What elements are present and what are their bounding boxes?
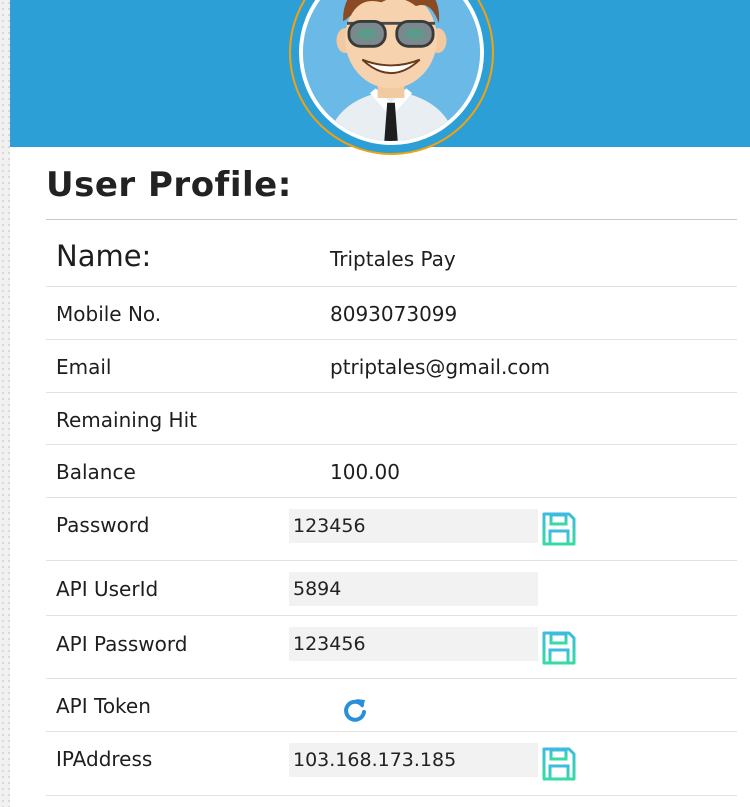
balance-value: 100.00 (330, 460, 400, 484)
email-value: ptriptales@gmail.com (330, 355, 551, 379)
row-api-password: API Password (46, 616, 737, 679)
save-icon[interactable] (540, 629, 578, 667)
ip-address-input[interactable] (289, 743, 538, 777)
save-icon[interactable] (540, 745, 578, 783)
row-remaining-hit: Remaining Hit (46, 393, 737, 445)
ip-address-label: IPAddress (56, 747, 153, 771)
mobile-value: 8093073099 (330, 302, 458, 326)
row-api-userid: API UserId (46, 561, 737, 616)
row-api-token: API Token (46, 679, 737, 732)
api-password-input[interactable] (289, 627, 538, 661)
row-mobile: Mobile No. 8093073099 (46, 287, 737, 340)
balance-label: Balance (56, 460, 136, 484)
cartoon-avatar-icon (303, 0, 480, 141)
api-password-label: API Password (56, 632, 188, 656)
profile-panel: User Profile: Name: Triptales Pay Mobile… (46, 147, 737, 796)
row-ip-address: IPAddress (46, 732, 737, 796)
row-password: Password (46, 498, 737, 561)
name-value: Triptales Pay (330, 247, 456, 271)
email-label: Email (56, 355, 112, 379)
row-balance: Balance 100.00 (46, 445, 737, 498)
password-input[interactable] (289, 509, 538, 543)
api-token-label: API Token (56, 694, 151, 718)
api-userid-label: API UserId (56, 577, 159, 601)
password-label: Password (56, 513, 150, 537)
left-edge-strip (0, 0, 10, 807)
row-name: Name: Triptales Pay (46, 220, 737, 287)
save-icon[interactable] (540, 510, 578, 548)
mobile-label: Mobile No. (56, 302, 162, 326)
row-email: Email ptriptales@gmail.com (46, 340, 737, 393)
refresh-icon[interactable] (342, 697, 368, 723)
api-userid-input[interactable] (289, 572, 538, 606)
remaining-hit-label: Remaining Hit (56, 408, 197, 432)
page-title: User Profile: (46, 147, 737, 220)
name-label: Name: (56, 239, 152, 273)
